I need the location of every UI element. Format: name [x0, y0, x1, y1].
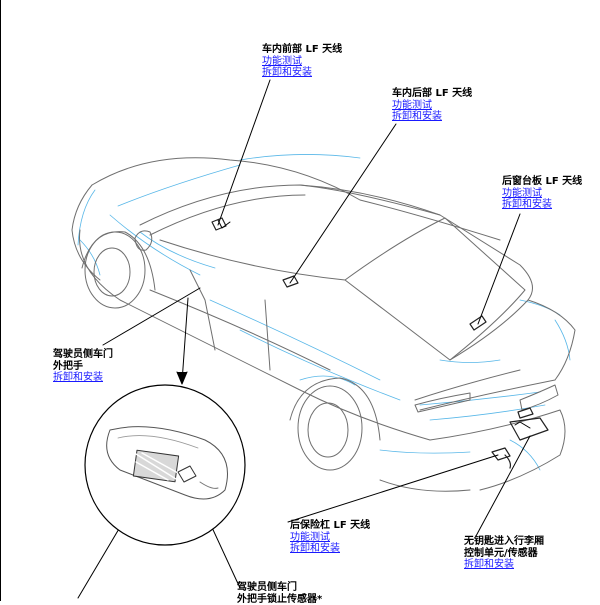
- remove-install-link[interactable]: 拆卸和安装: [392, 111, 472, 123]
- callout-title-line: 无钥匙进入行李厢: [464, 536, 544, 548]
- callout-title: 后保险杠 LF 天线: [290, 520, 370, 532]
- leader-keyless-unit: [476, 436, 530, 536]
- car-illustration: [0, 0, 600, 601]
- callout-title-line: 驾驶员侧车门: [53, 349, 113, 361]
- keyless-bracket-shape: [510, 418, 548, 440]
- function-test-link[interactable]: 功能测试: [392, 100, 472, 112]
- callout-title-line: 外把手锁止传感器*: [237, 594, 322, 605]
- callout-title: 后窗台板 LF 天线: [502, 176, 582, 188]
- function-test-link[interactable]: 功能测试: [262, 56, 342, 68]
- remove-install-link[interactable]: 拆卸和安装: [53, 372, 113, 384]
- callout-front-interior-antenna: 车内前部 LF 天线 功能测试 拆卸和安装: [262, 44, 342, 79]
- leader-zoom: [182, 298, 188, 382]
- leader-tray-antenna: [478, 214, 520, 324]
- remove-install-link[interactable]: 拆卸和安装: [464, 559, 544, 571]
- callout-driver-door-sensor: 驾驶员侧车门 外把手锁止传感器*: [237, 582, 322, 605]
- callout-rear-tray-antenna: 后窗台板 LF 天线 功能测试 拆卸和安装: [502, 176, 582, 211]
- front-antenna-shape: [212, 218, 226, 230]
- door-handle-zoom: [85, 385, 245, 545]
- arrow-zoom: [177, 372, 187, 384]
- leader-rear-antenna: [290, 124, 396, 283]
- callout-title-line: 控制单元/传感器: [464, 548, 544, 560]
- remove-install-link[interactable]: 拆卸和安装: [290, 543, 370, 555]
- callout-keyless-trunk-unit: 无钥匙进入行李厢 控制单元/传感器 拆卸和安装: [464, 536, 544, 571]
- function-test-link[interactable]: 功能测试: [502, 188, 582, 200]
- callout-title: 车内后部 LF 天线: [392, 88, 472, 100]
- remove-install-link[interactable]: 拆卸和安装: [502, 199, 582, 211]
- callout-title: 车内前部 LF 天线: [262, 44, 342, 56]
- remove-install-link[interactable]: 拆卸和安装: [262, 67, 342, 79]
- callout-rear-bumper-antenna: 后保险杠 LF 天线 功能测试 拆卸和安装: [290, 520, 370, 555]
- diagram-canvas: 车内前部 LF 天线 功能测试 拆卸和安装 车内后部 LF 天线 功能测试 拆卸…: [0, 0, 600, 601]
- callout-title-line: 外把手: [53, 361, 113, 373]
- leader-front-antenna: [218, 80, 270, 225]
- function-test-link[interactable]: 功能测试: [290, 532, 370, 544]
- callout-title-line: 驾驶员侧车门: [237, 582, 322, 594]
- leader-bumper-antenna: [288, 455, 498, 522]
- callout-rear-interior-antenna: 车内后部 LF 天线 功能测试 拆卸和安装: [392, 88, 472, 123]
- callout-driver-door-handle: 驾驶员侧车门 外把手 拆卸和安装: [53, 349, 113, 384]
